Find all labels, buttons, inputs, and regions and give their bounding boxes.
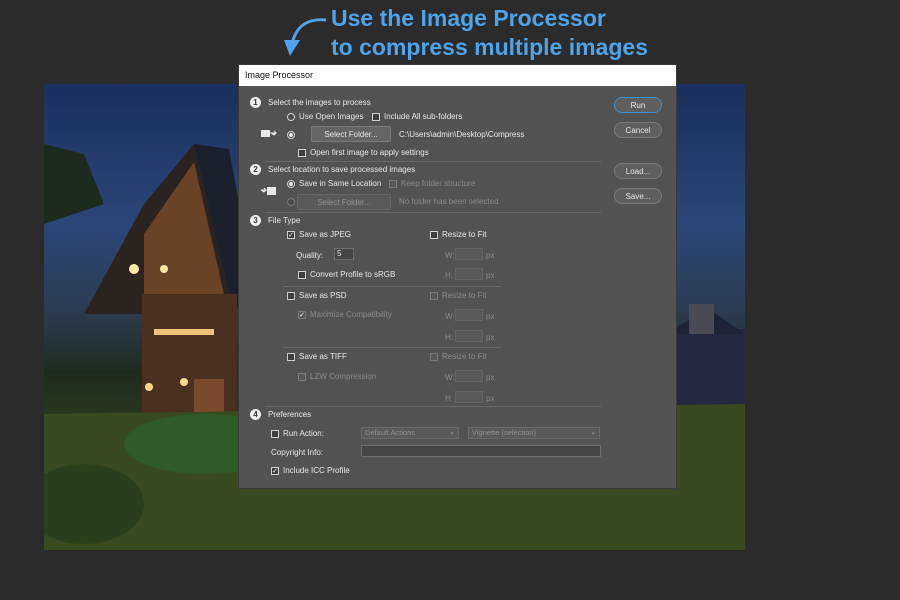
chevron-down-icon: ⌄ (449, 429, 455, 436)
lzw-compression-label: LZW Compression (310, 372, 377, 381)
select-destination-radio[interactable] (287, 198, 295, 206)
copyright-label: Copyright Info: (271, 448, 324, 457)
divider (265, 161, 601, 162)
save-location-icon (261, 187, 276, 195)
convert-profile-label: Convert Profile to sRGB (310, 270, 396, 279)
include-subfolders-checkbox[interactable] (372, 113, 380, 121)
step-2-badge: 2 (250, 164, 261, 175)
action-value: Vignette (selection) (472, 428, 537, 437)
run-action-checkbox[interactable] (271, 430, 279, 438)
lzw-compression-checkbox[interactable] (298, 373, 306, 381)
step-4-badge: 4 (250, 409, 261, 420)
tutorial-caption: Use the Image Processor to compress mult… (331, 4, 648, 62)
psd-height-label: H: (445, 333, 453, 342)
save-as-tiff-label: Save as TIFF (299, 352, 347, 361)
open-first-image-label: Open first image to apply settings (310, 148, 429, 157)
tiff-width-label: W: (445, 373, 455, 382)
divider (265, 406, 601, 407)
divider (265, 212, 601, 213)
save-same-location-radio[interactable] (287, 180, 295, 188)
jpeg-height-input[interactable] (455, 268, 483, 280)
quality-input[interactable]: 5 (334, 248, 354, 260)
section-2-heading: Select location to save processed images (268, 165, 416, 174)
section-3-heading: File Type (268, 216, 301, 225)
jpeg-height-unit: px (486, 271, 495, 280)
psd-width-input[interactable] (455, 309, 483, 321)
open-folder-icon (261, 130, 277, 137)
include-icc-checkbox[interactable]: ✓ (271, 467, 279, 475)
jpeg-resize-checkbox[interactable] (430, 231, 438, 239)
caption-line-2: to compress multiple images (331, 34, 648, 60)
psd-resize-checkbox[interactable] (430, 292, 438, 300)
psd-height-unit: px (486, 333, 495, 342)
tiff-width-unit: px (486, 373, 495, 382)
jpeg-height-label: H: (445, 271, 453, 280)
psd-resize-label: Resize to Fit (442, 291, 487, 300)
select-source-folder-button[interactable]: Select Folder... (311, 126, 391, 142)
destination-folder-path: No folder has been selected (399, 197, 499, 206)
run-action-label: Run Action: (283, 429, 324, 438)
chevron-down-icon: ⌄ (590, 429, 596, 436)
use-open-images-radio[interactable] (287, 113, 295, 121)
save-as-jpeg-checkbox[interactable]: ✓ (287, 231, 295, 239)
save-settings-button[interactable]: Save... (614, 188, 662, 204)
step-3-badge: 3 (250, 215, 261, 226)
save-as-psd-checkbox[interactable] (287, 292, 295, 300)
save-as-psd-label: Save as PSD (299, 291, 347, 300)
save-as-jpeg-label: Save as JPEG (299, 230, 352, 239)
action-set-select[interactable]: Default Actions ⌄ (361, 427, 459, 439)
copyright-input[interactable] (361, 445, 601, 457)
jpeg-width-label: W: (445, 251, 455, 260)
caption-line-1: Use the Image Processor (331, 5, 606, 31)
psd-width-label: W: (445, 312, 455, 321)
quality-label: Quality: (296, 251, 324, 260)
tiff-height-unit: px (486, 394, 495, 403)
divider (283, 286, 501, 287)
source-folder-path: C:\Users\admin\Desktop\Compress (399, 130, 525, 139)
save-same-location-label: Save in Same Location (299, 179, 382, 188)
load-button[interactable]: Load... (614, 163, 662, 179)
keep-folder-structure-checkbox[interactable] (389, 180, 397, 188)
tiff-width-input[interactable] (455, 370, 483, 382)
tiff-resize-label: Resize to Fit (442, 352, 487, 361)
use-open-images-label: Use Open Images (299, 112, 364, 121)
jpeg-width-unit: px (486, 251, 495, 260)
open-first-image-checkbox[interactable] (298, 149, 306, 157)
maximize-compatibility-checkbox[interactable]: ✓ (298, 311, 306, 319)
run-button[interactable]: Run (614, 97, 662, 113)
section-4-heading: Preferences (268, 410, 312, 419)
tiff-height-input[interactable] (455, 391, 483, 403)
divider (283, 347, 501, 348)
include-icc-label: Include ICC Profile (283, 466, 350, 475)
step-1-badge: 1 (250, 97, 261, 108)
select-folder-radio[interactable] (287, 131, 295, 139)
action-select[interactable]: Vignette (selection) ⌄ (468, 427, 600, 439)
psd-width-unit: px (486, 312, 495, 321)
curved-arrow-icon (284, 18, 327, 56)
include-subfolders-label: Include All sub-folders (384, 112, 463, 121)
image-processor-dialog: Image Processor Run Cancel Load... Save.… (238, 64, 677, 489)
section-1-heading: Select the images to process (268, 98, 371, 107)
convert-profile-checkbox[interactable] (298, 271, 306, 279)
save-as-tiff-checkbox[interactable] (287, 353, 295, 361)
psd-height-input[interactable] (455, 330, 483, 342)
maximize-compatibility-label: Maximize Compatibility (310, 310, 392, 319)
cancel-button[interactable]: Cancel (614, 122, 662, 138)
jpeg-width-input[interactable] (455, 248, 483, 260)
tiff-height-label: H: (445, 394, 453, 403)
keep-folder-structure-label: Keep folder structure (401, 179, 476, 188)
jpeg-resize-label: Resize to Fit (442, 230, 487, 239)
action-set-value: Default Actions (365, 428, 416, 437)
tiff-resize-checkbox[interactable] (430, 353, 438, 361)
select-destination-folder-button[interactable]: Select Folder... (297, 194, 391, 210)
dialog-title: Image Processor (239, 65, 676, 86)
